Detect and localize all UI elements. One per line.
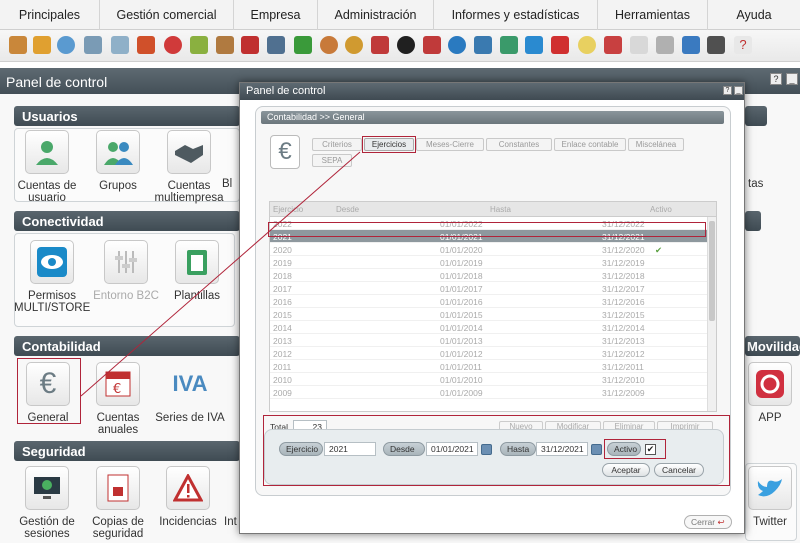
connector-line — [80, 151, 361, 397]
annotation-line — [80, 151, 361, 397]
